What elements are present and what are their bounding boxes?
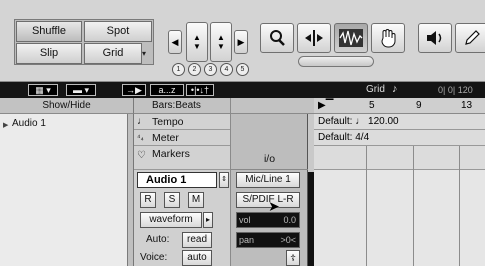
disclosure-triangle-icon[interactable]: ▶	[3, 121, 8, 129]
input-selector[interactable]: Mic/Line 1	[236, 172, 300, 188]
grid-label: Grid	[366, 84, 385, 95]
track-stepper-icon[interactable]: ⇕	[219, 172, 229, 188]
markers-ruler-label: Markers	[152, 148, 190, 160]
zoom-preset-2[interactable]: 2	[188, 63, 201, 76]
zoom-preset-5[interactable]: 5	[236, 63, 249, 76]
ruler-view-selector[interactable]: ▬ ▾	[66, 84, 96, 96]
meter-icon: ⁴₄	[137, 133, 144, 142]
bar-number-9: 9	[416, 100, 422, 111]
bars-beats-ruler[interactable]	[314, 98, 485, 114]
grabber-tool-button[interactable]	[371, 23, 405, 53]
playhead-flag-icon: ▶▔	[318, 100, 334, 111]
zoomer-tool-button[interactable]	[260, 23, 294, 53]
shuffle-mode-button[interactable]: Shuffle	[16, 21, 82, 42]
bars-beats-ruler-label: Bars:Beats	[134, 98, 230, 114]
speaker-icon	[427, 31, 442, 45]
automation-mode-selector[interactable]: read	[182, 232, 212, 248]
grid-line	[366, 146, 367, 266]
waveform-selector-icon	[339, 29, 363, 47]
bar-number-5: 5	[369, 100, 375, 111]
slip-mode-button[interactable]: Slip	[16, 43, 82, 64]
show-hide-item-audio-1[interactable]: Audio 1	[12, 117, 46, 131]
zoom-waveform-icon[interactable]: ▲ ▼	[210, 22, 232, 62]
grid-mode-button[interactable]: Grid	[84, 43, 142, 64]
pencil-icon	[465, 30, 480, 45]
grid-dropdown-icon[interactable]: ▾	[142, 44, 152, 64]
quarter-note-icon: ♩	[355, 116, 366, 127]
tool-options-slider[interactable]	[298, 56, 374, 67]
arrow-down-icon: ▼	[193, 42, 201, 51]
range-button[interactable]: a...z	[150, 84, 184, 96]
mute-button[interactable]: M	[188, 192, 204, 208]
hand-grabber-icon	[381, 29, 396, 48]
track-name-field[interactable]: Audio 1	[137, 172, 217, 188]
volume-value: 0.0	[283, 215, 296, 225]
search-icon	[270, 30, 285, 46]
voice-selector[interactable]: auto	[182, 250, 212, 266]
tempo-icon: ♩	[137, 116, 147, 127]
eighth-note-icon[interactable]: ♪	[392, 83, 398, 95]
volume-label: vol	[239, 215, 251, 225]
pencil-tool-button[interactable]	[455, 23, 485, 53]
spot-mode-button[interactable]: Spot	[84, 21, 152, 42]
meter-ruler-lane[interactable]: Default: 4/4	[314, 130, 485, 146]
io-header-spacer	[230, 98, 314, 114]
zoom-out-horizontal-icon[interactable]: ◀	[168, 30, 182, 54]
track-view-arrow-icon[interactable]: ▸	[203, 212, 213, 228]
pan-label: pan	[239, 235, 255, 245]
tempo-ruler-label: Tempo	[152, 116, 184, 128]
nudge-button[interactable]: •|•↓†	[186, 84, 214, 96]
marker-icon: ♡	[137, 150, 146, 161]
volume-field[interactable]: vol 0.0	[236, 212, 300, 228]
voice-label: Voice:	[140, 252, 168, 263]
mouse-pointer-icon: ➤	[268, 198, 280, 214]
show-hide-panel	[0, 114, 128, 266]
grid-line	[413, 146, 414, 266]
zoom-presets: 1 2 3 4 5	[172, 63, 249, 76]
tempo-ruler-lane[interactable]: Default: ♩ 120.00	[314, 114, 485, 130]
arrow-down-icon: ▼	[217, 42, 225, 51]
selector-tool-button[interactable]	[334, 23, 368, 53]
tempo-default-label: Default:	[318, 116, 353, 127]
record-enable-button[interactable]: R	[140, 192, 156, 208]
grid-value-counter[interactable]: 0| 0| 120	[438, 84, 473, 96]
solo-button[interactable]: S	[164, 192, 180, 208]
arrow-up-icon: ▲	[217, 33, 225, 42]
edit-window-view-selector[interactable]: ▦ ▾	[28, 84, 58, 96]
grid-line	[459, 146, 460, 266]
track-view-selector[interactable]: waveform	[140, 212, 202, 228]
link-timeline-button[interactable]: →▶	[122, 84, 146, 96]
trim-icon	[305, 30, 323, 46]
markers-ruler-row[interactable]: ♡ Markers	[134, 146, 230, 170]
zoom-preset-3[interactable]: 3	[204, 63, 217, 76]
voice-assign-icon[interactable]: ☦	[286, 250, 300, 266]
zoom-preset-1[interactable]: 1	[172, 63, 185, 76]
trimmer-tool-button[interactable]	[297, 23, 331, 53]
tempo-ruler-row[interactable]: ♩ Tempo	[134, 114, 230, 130]
zoom-in-horizontal-icon[interactable]: ▶	[234, 30, 248, 54]
meter-ruler-row[interactable]: ⁴₄ Meter	[134, 130, 230, 146]
pan-value: >0<	[280, 235, 296, 245]
tempo-value: 120.00	[368, 116, 399, 127]
pan-field[interactable]: pan >0<	[236, 232, 300, 248]
automation-label: Auto:	[146, 234, 170, 245]
bar-number-13: 13	[461, 100, 473, 111]
show-hide-header[interactable]: Show/Hide	[0, 98, 134, 114]
scrubber-tool-button[interactable]	[418, 23, 452, 53]
io-header: i/o	[231, 146, 308, 170]
zoom-vertical-icon[interactable]: ▲ ▼	[186, 22, 208, 62]
zoom-preset-4[interactable]: 4	[220, 63, 233, 76]
meter-ruler-label: Meter	[152, 132, 179, 144]
arrow-up-icon: ▲	[193, 33, 201, 42]
